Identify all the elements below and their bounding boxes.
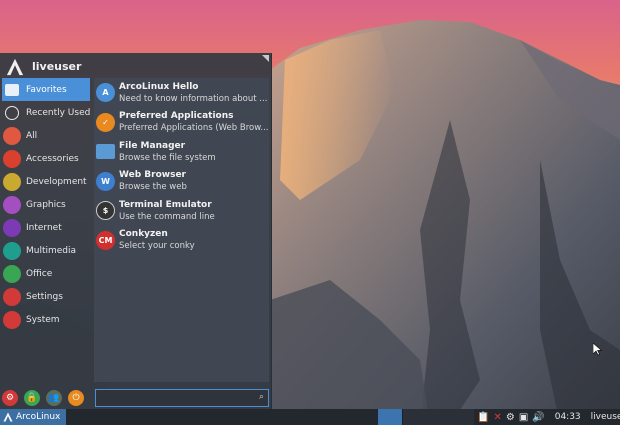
category-development[interactable]: Development bbox=[0, 170, 92, 193]
category-recently-used[interactable]: Recently Used bbox=[0, 101, 92, 124]
app-name: File Manager bbox=[119, 140, 186, 151]
app-description: Browse the file system bbox=[119, 152, 216, 163]
preferred-apps-icon: ✓ bbox=[96, 112, 115, 132]
app-name: Terminal Emulator bbox=[119, 199, 212, 210]
category-favorites[interactable]: Favorites bbox=[2, 78, 90, 102]
gear-icon bbox=[3, 288, 21, 307]
arcolinux-icon: A bbox=[96, 83, 115, 103]
category-label: Accessories bbox=[26, 153, 79, 164]
taskbar-username[interactable]: liveuser bbox=[591, 412, 620, 422]
category-office[interactable]: Office bbox=[0, 263, 92, 286]
app-list: A ArcoLinux Hello Need to know information… bbox=[94, 78, 269, 382]
category-label: All bbox=[26, 130, 38, 141]
category-label: Multimedia bbox=[26, 246, 77, 257]
category-label: Favorites bbox=[26, 84, 67, 95]
app-name: Conkyzen bbox=[119, 229, 168, 240]
search-box[interactable]: ⌕ bbox=[95, 389, 269, 407]
start-menu-button[interactable]: ArcoLinux bbox=[0, 409, 66, 425]
terminal-icon: $ bbox=[96, 201, 115, 221]
workspace-switcher[interactable] bbox=[402, 409, 474, 425]
category-list: Favorites Recently Used All Accessories Deve… bbox=[0, 78, 92, 332]
app-description: Browse the web bbox=[119, 182, 187, 193]
menu-resize-handle[interactable] bbox=[262, 55, 269, 62]
app-item-arcolinux-hello[interactable]: A ArcoLinux Hello Need to know information… bbox=[94, 78, 269, 108]
app-item-preferred-applications[interactable]: ✓ Preferred Applications Preferred Applica… bbox=[94, 108, 269, 138]
mouse-cursor-icon bbox=[593, 343, 602, 356]
tools-icon bbox=[3, 149, 21, 168]
app-item-web-browser[interactable]: W Web Browser Browse the web bbox=[94, 167, 269, 197]
system-tray: 📋 ✕ ⚙ ▣ 🔊 04:33 liveuser bbox=[477, 409, 620, 425]
folder-icon bbox=[96, 144, 115, 160]
star-icon bbox=[5, 83, 19, 96]
category-label: Internet bbox=[26, 223, 62, 234]
globe-icon bbox=[3, 219, 21, 238]
category-internet[interactable]: Internet bbox=[0, 217, 92, 240]
app-name: Web Browser bbox=[119, 170, 186, 181]
category-label: Settings bbox=[26, 292, 63, 303]
search-input[interactable] bbox=[96, 390, 246, 406]
settings-action-icon[interactable]: ⚙ bbox=[2, 390, 18, 406]
app-name: Preferred Applications bbox=[119, 111, 234, 122]
taskbar: ArcoLinux 📋 ✕ ⚙ ▣ 🔊 04:33 liveuser bbox=[0, 409, 620, 425]
category-label: Development bbox=[26, 176, 87, 187]
category-settings[interactable]: Settings bbox=[0, 286, 92, 309]
category-accessories[interactable]: Accessories bbox=[0, 147, 92, 170]
menu-username: liveuser bbox=[32, 60, 82, 73]
workspace-1[interactable] bbox=[378, 409, 402, 425]
clock[interactable]: 04:33 bbox=[555, 412, 581, 422]
app-name: ArcoLinux Hello bbox=[119, 81, 199, 92]
application-menu: liveuser Favorites Recently Used All Access… bbox=[0, 53, 272, 411]
category-label: Office bbox=[26, 269, 53, 280]
clipboard-icon[interactable]: 📋 bbox=[477, 412, 489, 423]
category-label: Graphics bbox=[26, 200, 66, 211]
app-description: Select your conky bbox=[119, 241, 195, 252]
category-graphics[interactable]: Graphics bbox=[0, 193, 92, 216]
volume-icon[interactable]: 🔊 bbox=[532, 412, 544, 423]
web-browser-icon: W bbox=[96, 171, 115, 191]
app-item-terminal-emulator[interactable]: $ Terminal Emulator Use the command line bbox=[94, 196, 269, 226]
lock-icon[interactable]: 🔒 bbox=[24, 390, 40, 406]
arcolinux-start-icon bbox=[3, 412, 13, 422]
logout-icon[interactable]: ⏻ bbox=[68, 390, 84, 406]
start-menu-label: ArcoLinux bbox=[16, 412, 61, 422]
category-label: Recently Used bbox=[26, 107, 91, 118]
app-description: Need to know information about ... bbox=[119, 93, 268, 104]
category-all[interactable]: All bbox=[0, 124, 92, 147]
app-description: Preferred Applications (Web Brow... bbox=[119, 123, 269, 134]
settings-tray-icon[interactable]: ⚙ bbox=[506, 412, 515, 423]
grid-icon bbox=[3, 126, 21, 145]
document-icon bbox=[3, 265, 21, 284]
conky-icon: CM bbox=[96, 230, 115, 250]
switch-user-icon[interactable]: 👥 bbox=[46, 390, 62, 406]
display-icon[interactable]: ▣ bbox=[519, 412, 528, 423]
category-multimedia[interactable]: Multimedia bbox=[0, 240, 92, 263]
system-icon bbox=[3, 311, 21, 330]
music-icon bbox=[3, 242, 21, 261]
arcolinux-logo-icon bbox=[6, 58, 24, 75]
code-icon bbox=[3, 172, 21, 191]
menu-header: liveuser bbox=[0, 53, 271, 80]
session-actions: ⚙ 🔒 👥 ⏻ bbox=[2, 390, 84, 406]
network-icon[interactable]: ✕ bbox=[493, 412, 501, 423]
clock-icon bbox=[5, 105, 19, 120]
search-icon[interactable]: ⌕ bbox=[259, 392, 264, 402]
category-system[interactable]: System bbox=[0, 309, 92, 332]
app-item-file-manager[interactable]: File Manager Browse the file system bbox=[94, 137, 269, 167]
palette-icon bbox=[3, 196, 21, 215]
app-item-conkyzen[interactable]: CM Conkyzen Select your conky bbox=[94, 226, 269, 256]
category-label: System bbox=[26, 315, 60, 326]
app-description: Use the command line bbox=[119, 211, 215, 222]
